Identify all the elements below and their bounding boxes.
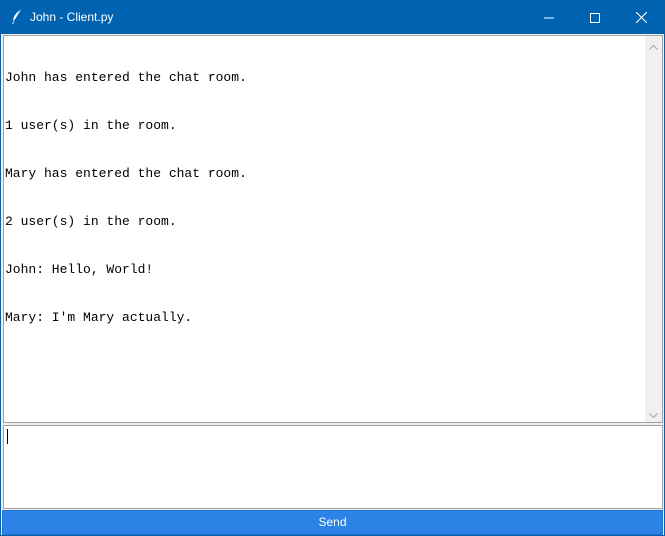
chat-message: 1 user(s) in the room. [5,118,177,133]
message-input[interactable] [3,425,663,509]
feather-icon [10,9,24,25]
scroll-down-button[interactable] [645,405,662,422]
chat-message: Mary has entered the chat room. [5,166,247,181]
maximize-icon [590,8,600,27]
chevron-up-icon [649,36,658,54]
maximize-button[interactable] [572,1,618,34]
chat-message: 2 user(s) in the room. [5,214,177,229]
app-window: John - Client.py John has entered the ch… [0,0,665,536]
send-button[interactable]: Send [2,510,663,535]
close-button[interactable] [618,1,664,34]
window-title: John - Client.py [30,10,114,24]
chat-message: John has entered the chat room. [5,70,247,85]
text-caret [7,429,8,444]
close-icon [635,8,647,27]
chat-log[interactable]: John has entered the chat room. 1 user(s… [3,35,663,423]
minimize-icon [544,8,554,27]
chat-message: John: Hello, World! [5,262,154,277]
chat-scrollbar[interactable] [645,36,662,422]
chat-message: Mary: I'm Mary actually. [5,310,193,325]
chat-messages: John has entered the chat room. 1 user(s… [5,38,645,358]
title-bar[interactable]: John - Client.py [1,1,664,34]
scroll-up-button[interactable] [645,36,662,53]
minimize-button[interactable] [526,1,572,34]
chevron-down-icon [649,404,658,422]
